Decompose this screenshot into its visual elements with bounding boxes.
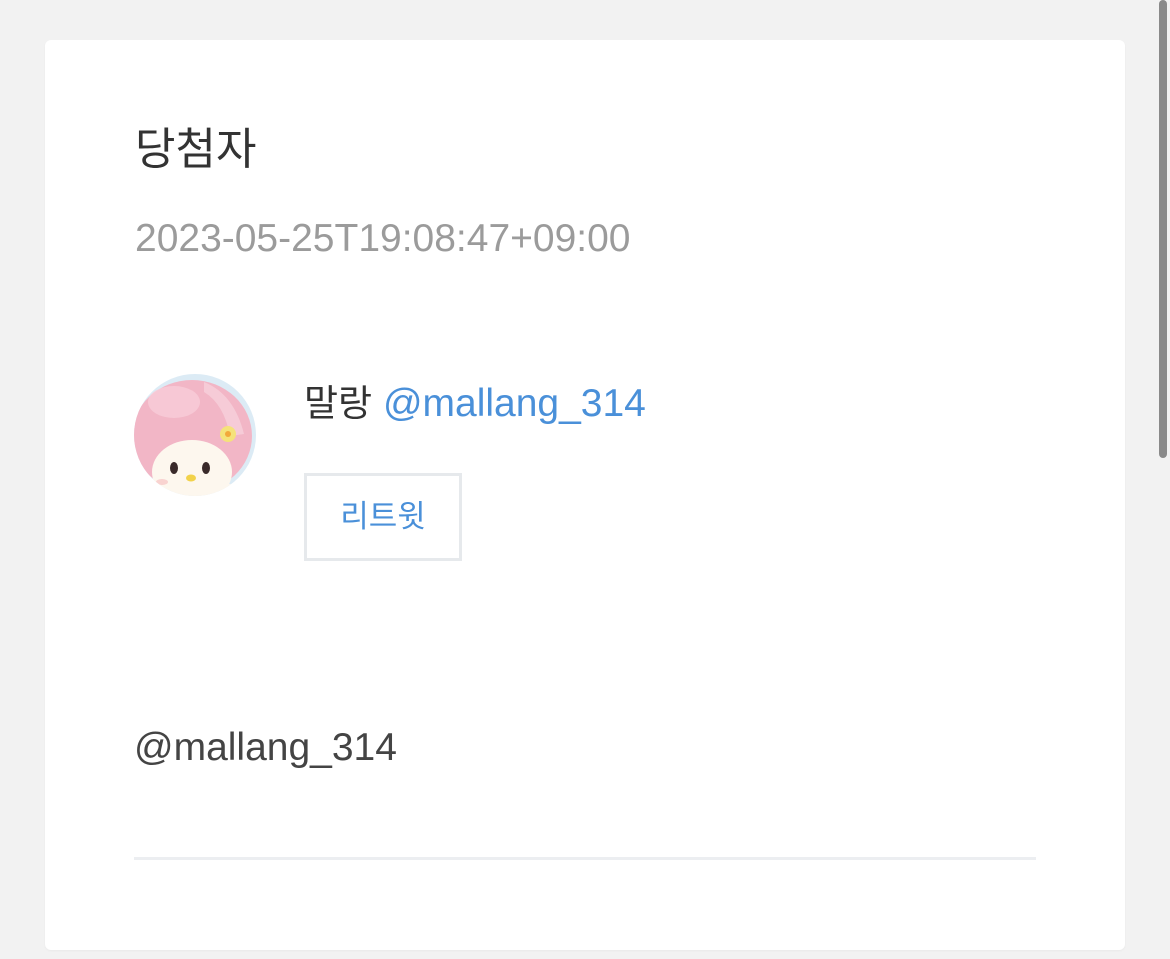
timestamp: 2023-05-25T19:08:47+09:00: [135, 217, 631, 260]
winner-name: 말랑: [304, 382, 373, 425]
avatar-image: [134, 374, 256, 496]
scrollbar[interactable]: [1156, 0, 1170, 959]
retweet-button[interactable]: 리트윗: [304, 473, 462, 561]
divider: [134, 857, 1036, 860]
winner-handle-link[interactable]: @mallang_314: [383, 382, 646, 425]
winner-card: 당첨자 2023-05-25T19:08:47+09:00 말랑 @mallan…: [45, 40, 1125, 950]
scrollbar-thumb[interactable]: [1159, 0, 1167, 458]
avatar-my-melody-icon[interactable]: [134, 374, 256, 496]
comment-text: @mallang_314: [134, 726, 397, 769]
card-title: 당첨자: [135, 124, 257, 175]
winner-user-line: 말랑 @mallang_314: [304, 380, 646, 428]
